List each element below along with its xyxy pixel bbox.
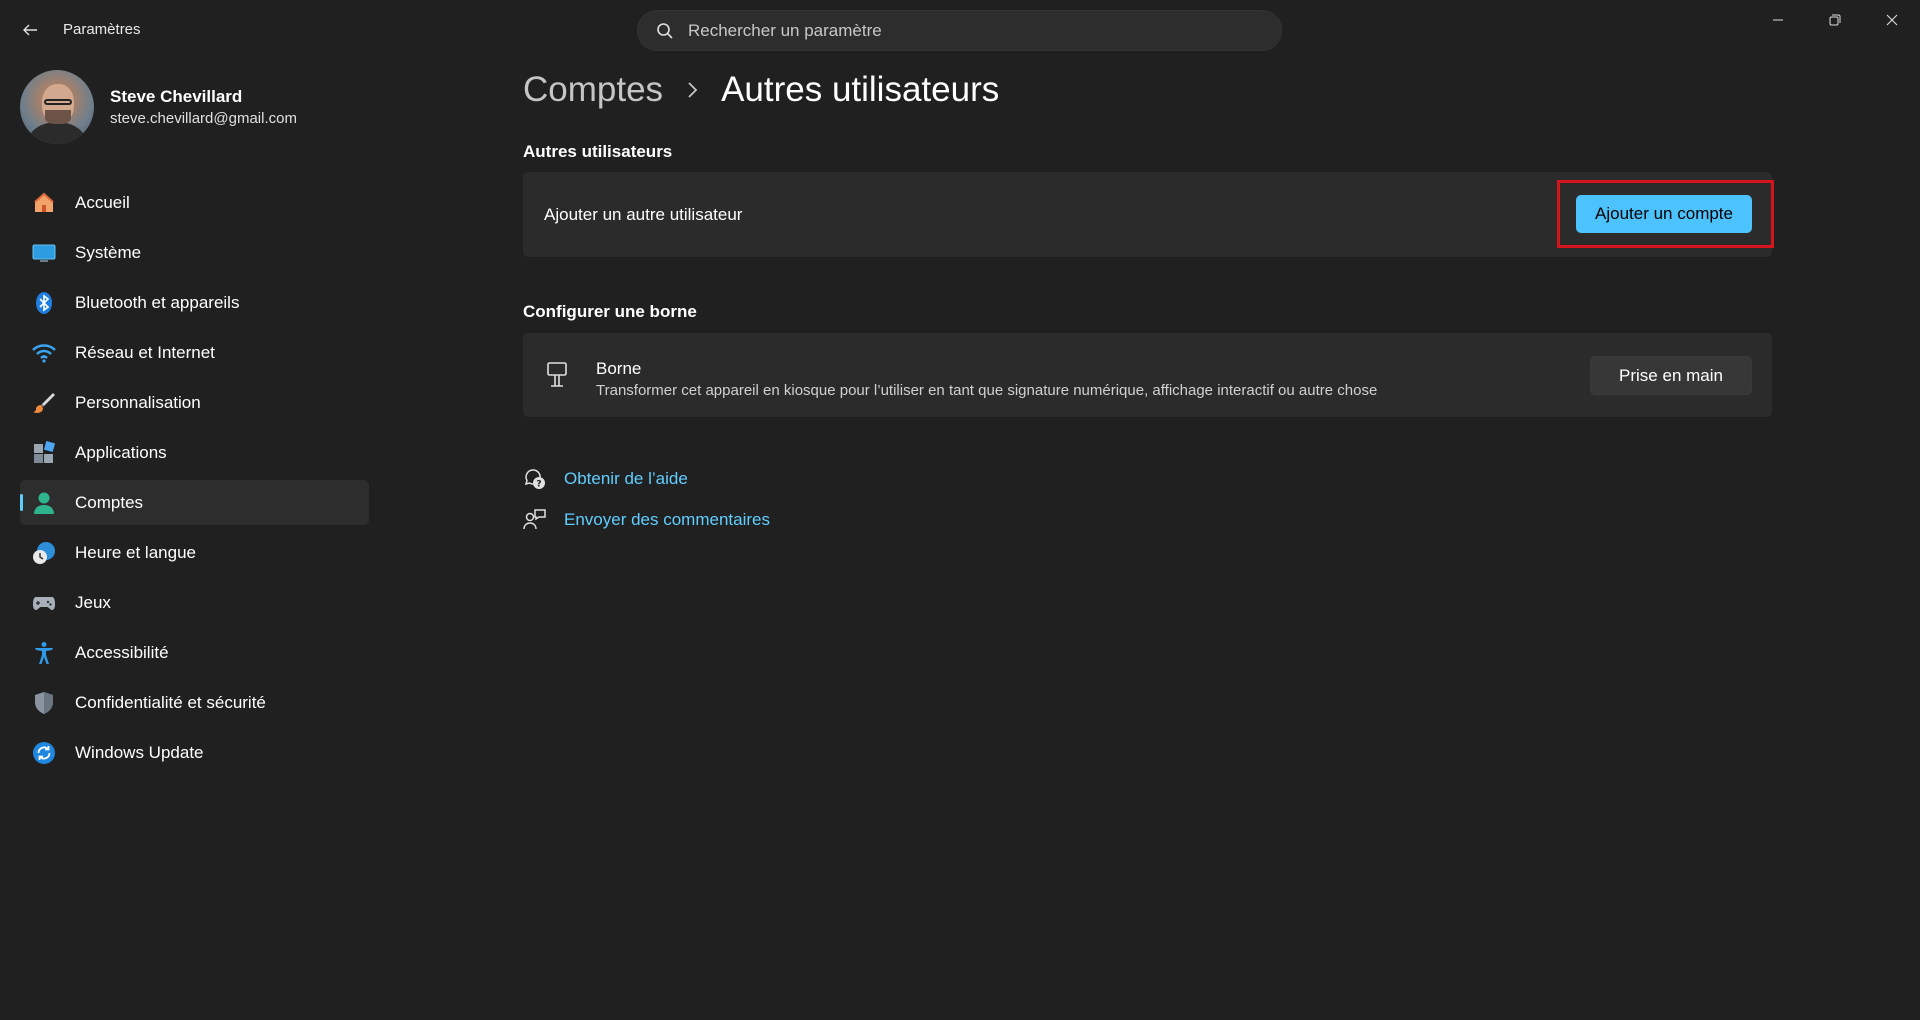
profile-email: steve.chevillard@gmail.com [110, 110, 297, 127]
breadcrumb-parent[interactable]: Comptes [523, 70, 663, 110]
sidebar-item-applications[interactable]: Applications [20, 430, 369, 475]
window-controls [1749, 0, 1920, 40]
add-user-card: Ajouter un autre utilisateur Ajouter un … [523, 172, 1774, 257]
get-started-button[interactable]: Prise en main [1590, 356, 1752, 395]
section-title-kiosk: Configurer une borne [523, 302, 697, 321]
sidebar-item-reseau[interactable]: Réseau et Internet [20, 330, 369, 375]
kiosk-title: Borne [596, 359, 642, 378]
clock-globe-icon [32, 541, 56, 565]
feedback-link-row: Envoyer des commentaires [523, 499, 770, 540]
apps-icon [32, 440, 56, 465]
shield-icon [32, 691, 56, 715]
send-feedback-link[interactable]: Envoyer des commentaires [564, 510, 770, 530]
sidebar-item-label: Accessibilité [75, 642, 169, 662]
brush-icon [32, 391, 56, 415]
close-button[interactable] [1863, 0, 1920, 40]
sidebar-item-label: Personnalisation [75, 392, 201, 412]
display-icon [32, 241, 56, 265]
sidebar-item-confidentialite[interactable]: Confidentialité et sécurité [20, 680, 369, 725]
user-profile[interactable]: Steve Chevillard steve.chevillard@gmail.… [20, 70, 297, 144]
sidebar-item-label: Réseau et Internet [75, 342, 215, 362]
wifi-icon [32, 341, 56, 365]
sidebar-item-accueil[interactable]: Accueil [20, 180, 369, 225]
minimize-button[interactable] [1749, 0, 1806, 40]
help-icon: ? [523, 467, 547, 491]
restore-button[interactable] [1806, 0, 1863, 40]
arrow-left-icon [23, 24, 37, 36]
sidebar-item-label: Jeux [75, 592, 111, 612]
get-help-link[interactable]: Obtenir de l’aide [564, 469, 688, 489]
title-bar: Paramètres [0, 0, 1920, 60]
back-button[interactable] [16, 16, 44, 44]
update-icon [32, 741, 56, 765]
sidebar-item-accessibilite[interactable]: Accessibilité [20, 630, 369, 675]
help-link-row: ? Obtenir de l’aide [523, 458, 770, 499]
minimize-icon [1772, 19, 1783, 21]
accessibility-icon [32, 641, 56, 665]
kiosk-description: Transformer cet appareil en kiosque pour… [596, 382, 1378, 399]
avatar [20, 70, 94, 144]
sidebar-item-label: Confidentialité et sécurité [75, 692, 266, 712]
search-box[interactable] [637, 10, 1282, 51]
sidebar-nav: Accueil Système Bluetooth et appareils R… [20, 180, 369, 780]
page-title: Autres utilisateurs [721, 70, 1000, 109]
sidebar-item-systeme[interactable]: Système [20, 230, 369, 275]
bluetooth-icon [32, 291, 56, 315]
kiosk-icon [545, 361, 569, 394]
user-icon [32, 491, 56, 515]
sidebar-item-label: Heure et langue [75, 542, 196, 562]
gamepad-icon [32, 591, 56, 615]
help-links: ? Obtenir de l’aide Envoyer des commenta… [523, 458, 770, 540]
search-icon [657, 22, 673, 39]
sidebar-item-bluetooth[interactable]: Bluetooth et appareils [20, 280, 369, 325]
svg-text:?: ? [536, 479, 541, 489]
app-title: Paramètres [63, 21, 141, 38]
restore-icon [1829, 14, 1840, 26]
feedback-icon [523, 508, 547, 532]
sidebar-item-label: Windows Update [75, 742, 204, 762]
sidebar-item-windows-update[interactable]: Windows Update [20, 730, 369, 775]
profile-name: Steve Chevillard [110, 87, 243, 106]
section-title-other-users: Autres utilisateurs [523, 142, 673, 161]
home-icon [32, 191, 56, 215]
sidebar-item-comptes[interactable]: Comptes [20, 480, 369, 525]
sidebar-item-label: Accueil [75, 192, 130, 212]
add-account-button[interactable]: Ajouter un compte [1576, 195, 1752, 233]
chevron-right-icon [685, 81, 699, 99]
sidebar-item-heure[interactable]: Heure et langue [20, 530, 369, 575]
sidebar-item-label: Bluetooth et appareils [75, 292, 240, 312]
search-input[interactable] [688, 20, 1248, 41]
kiosk-card: Borne Transformer cet appareil en kiosqu… [523, 333, 1772, 417]
sidebar-item-jeux[interactable]: Jeux [20, 580, 369, 625]
breadcrumb: Comptes Autres utilisateurs [523, 70, 999, 110]
sidebar-item-personnalisation[interactable]: Personnalisation [20, 380, 369, 425]
sidebar-item-label: Comptes [75, 492, 144, 512]
sidebar-item-label: Applications [75, 442, 167, 462]
add-user-label: Ajouter un autre utilisateur [544, 204, 743, 224]
sidebar-item-label: Système [75, 242, 142, 262]
close-icon [1886, 14, 1897, 26]
